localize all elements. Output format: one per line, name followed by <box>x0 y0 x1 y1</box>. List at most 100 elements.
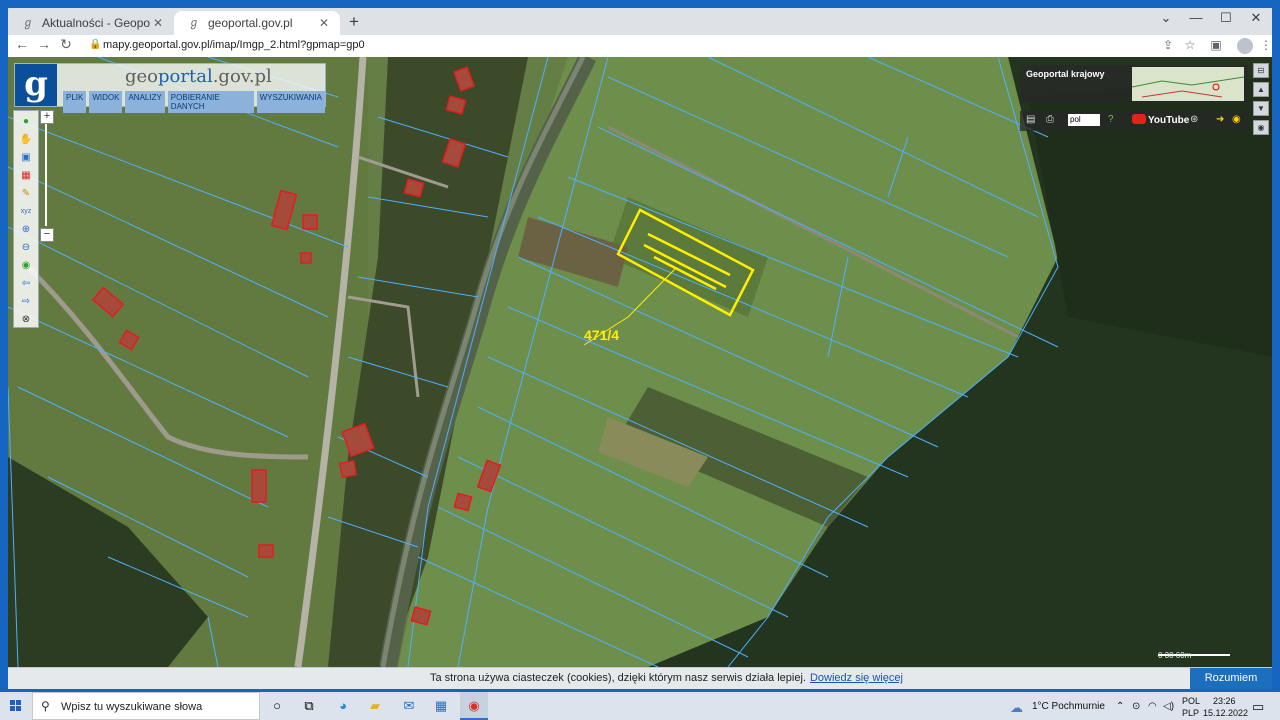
tab-search-icon[interactable]: ⌄ <box>1152 10 1180 26</box>
reload-icon[interactable]: ↻ <box>56 36 76 53</box>
geoportal-logo-icon[interactable]: g <box>15 64 57 106</box>
youtube-link[interactable]: YouTube <box>1132 114 1189 126</box>
file-explorer-icon[interactable]: ▰ <box>366 698 384 714</box>
clock-time[interactable]: 23:26 <box>1213 696 1236 706</box>
task-view-icon[interactable]: ⧉ <box>300 698 318 714</box>
menu-analizy[interactable]: ANALIZY <box>125 91 165 113</box>
cookie-more-link[interactable]: Dowiedz się więcej <box>810 672 903 684</box>
accessibility-icon[interactable]: ⊛ <box>1190 114 1198 125</box>
select-area-icon[interactable]: ▣ <box>18 151 34 165</box>
cookie-accept-button[interactable]: Rozumiem <box>1190 668 1272 689</box>
close-tab-icon[interactable]: ✕ <box>316 16 332 30</box>
tab-title: geoportal.gov.pl <box>208 16 293 30</box>
tab-title: Aktualności - Geoportal Krajowy <box>42 16 150 30</box>
zoom-plus-icon[interactable]: + <box>40 110 54 124</box>
cookie-message: Ta strona używa ciasteczek (cookies), dz… <box>430 672 903 684</box>
geoportal-favicon-icon: ℊ <box>188 17 200 29</box>
info-icon[interactable]: ● <box>18 115 34 129</box>
map-canvas[interactable]: g geoportal.gov.pl PLIK WIDOK ANALIZY PO… <box>8 57 1272 667</box>
draw-pencil-icon[interactable]: ✎ <box>18 187 34 201</box>
overview-minimap[interactable] <box>1131 67 1245 101</box>
help-icon[interactable]: ? <box>1108 114 1114 125</box>
meet-icon[interactable]: ⊙ <box>1132 701 1140 712</box>
minimize-icon[interactable]: — <box>1182 10 1210 25</box>
aerial-imagery <box>8 57 1272 667</box>
menu-dots-icon[interactable]: ⋮ <box>1258 38 1274 52</box>
eye-toggle-icon[interactable]: ◉ <box>1253 120 1269 135</box>
store-icon[interactable]: ▦ <box>432 698 450 714</box>
globe-icon[interactable]: ◉ <box>18 259 34 273</box>
main-menu: PLIK WIDOK ANALIZY POBIERANIE DANYCH WYS… <box>63 91 325 113</box>
tools-row: ▤ ⎙ pol ? YouTube ⊛ ➜ ◉ <box>1020 111 1248 131</box>
chrome-icon[interactable]: ◉ <box>465 698 483 714</box>
legend-icon[interactable]: ▤ <box>1026 114 1035 125</box>
pan-hand-icon[interactable]: ✋ <box>18 133 34 147</box>
menu-pobieranie-danych[interactable]: POBIERANIE DANYCH <box>167 91 254 113</box>
search-placeholder: Wpisz tu wyszukiwane słowa <box>61 701 203 713</box>
measure-area-icon[interactable]: ▦ <box>18 169 34 183</box>
clock-date[interactable]: 15.12.2022 <box>1203 708 1248 718</box>
cortana-icon[interactable]: ○ <box>268 698 286 714</box>
scale-bar: 0 30 60m <box>1158 651 1192 660</box>
minimap-graphic <box>1131 76 1245 98</box>
parcel-label: 471/4 <box>584 327 620 343</box>
taskbar: ⚲ Wpisz tu wyszukiwane słowa ○ ⧉ ◕ ▰ ✉ ▦… <box>0 692 1280 720</box>
windows-start-icon[interactable] <box>10 700 22 712</box>
site-logo-text: geoportal.gov.pl <box>125 66 272 87</box>
xyz-coordinates-icon[interactable]: xyz <box>18 205 34 219</box>
scroll-down-icon[interactable]: ▼ <box>1253 101 1269 116</box>
maximize-icon[interactable]: ☐ <box>1212 10 1240 26</box>
previous-view-icon[interactable]: ⇦ <box>18 277 34 291</box>
forward-arrow-icon[interactable]: → <box>34 36 54 52</box>
scroll-up-icon[interactable]: ▲ <box>1253 82 1269 97</box>
geoportal-header: g geoportal.gov.pl PLIK WIDOK ANALIZY PO… <box>14 63 326 113</box>
youtube-play-icon <box>1132 114 1146 124</box>
side-panel-icon[interactable]: ▣ <box>1208 38 1224 52</box>
share-icon[interactable]: ⇪ <box>1160 38 1176 52</box>
notifications-icon[interactable]: ▭ <box>1252 699 1264 715</box>
overview-title: Geoportal krajowy <box>1026 69 1105 79</box>
tab-strip: ℊ Aktualności - Geoportal Krajowy ✕ ℊ ge… <box>8 8 1272 35</box>
cloud-icon: ☁ <box>1010 700 1023 715</box>
search-icon: ⚲ <box>41 699 50 713</box>
zoom-slider[interactable]: + − <box>40 110 54 242</box>
overview-panel: Geoportal krajowy <box>1020 65 1248 103</box>
browser-toolbar: ← → ↻ 🔒 mapy.geoportal.gov.pl/imap/Imgp_… <box>8 35 1272 57</box>
toggle-panel-icon[interactable]: ⊟ <box>1253 63 1269 78</box>
cookie-banner: Ta strona używa ciasteczek (cookies), dz… <box>8 667 1272 689</box>
zoom-minus-icon[interactable]: − <box>40 228 54 242</box>
zoom-in-icon[interactable]: ⊕ <box>18 223 34 237</box>
address-bar[interactable]: mapy.geoportal.gov.pl/imap/Imgp_2.html?g… <box>103 39 365 51</box>
menu-plik[interactable]: PLIK <box>63 91 87 113</box>
tray-chevron-icon[interactable]: ⌃ <box>1116 701 1124 712</box>
menu-wyszukiwania[interactable]: WYSZUKIWANIA <box>256 91 325 113</box>
lang-bottom[interactable]: PLP <box>1182 708 1199 718</box>
next-view-icon[interactable]: ⇨ <box>18 295 34 309</box>
eye-icon[interactable]: ◉ <box>1232 114 1241 125</box>
edge-icon[interactable]: ◕ <box>334 698 352 714</box>
wifi-icon[interactable]: ◠ <box>1148 701 1157 712</box>
language-select[interactable]: pol <box>1068 114 1100 126</box>
print-icon[interactable]: ⎙ <box>1046 114 1054 125</box>
tab-aktualnosci[interactable]: ℊ Aktualności - Geoportal Krajowy ✕ <box>8 11 174 35</box>
close-tab-icon[interactable]: ✕ <box>150 16 166 30</box>
weather-text[interactable]: 1°C Pochmurnie <box>1032 701 1105 712</box>
full-extent-icon[interactable]: ⊗ <box>18 313 34 327</box>
new-tab-icon[interactable]: + <box>343 12 365 32</box>
zoom-track[interactable] <box>45 124 47 226</box>
taskbar-search[interactable]: ⚲ Wpisz tu wyszukiwane słowa <box>32 692 260 720</box>
zoom-out-icon[interactable]: ⊖ <box>18 241 34 255</box>
tab-geoportal[interactable]: ℊ geoportal.gov.pl ✕ <box>174 11 340 35</box>
profile-avatar[interactable] <box>1237 38 1253 54</box>
close-window-icon[interactable]: ✕ <box>1242 10 1270 26</box>
side-buttons: ⊟ ▲ ▼ ◉ <box>1253 63 1269 135</box>
bookmark-star-icon[interactable]: ☆ <box>1182 38 1198 52</box>
mail-icon[interactable]: ✉ <box>400 698 418 714</box>
arrow-right-icon[interactable]: ➜ <box>1216 114 1224 125</box>
geoportal-favicon-icon: ℊ <box>22 17 34 29</box>
menu-widok[interactable]: WIDOK <box>89 91 123 113</box>
lock-icon: 🔒 <box>89 39 102 50</box>
volume-icon[interactable]: ◁) <box>1163 701 1174 712</box>
back-arrow-icon[interactable]: ← <box>12 36 32 52</box>
lang-top[interactable]: POL <box>1182 696 1200 706</box>
